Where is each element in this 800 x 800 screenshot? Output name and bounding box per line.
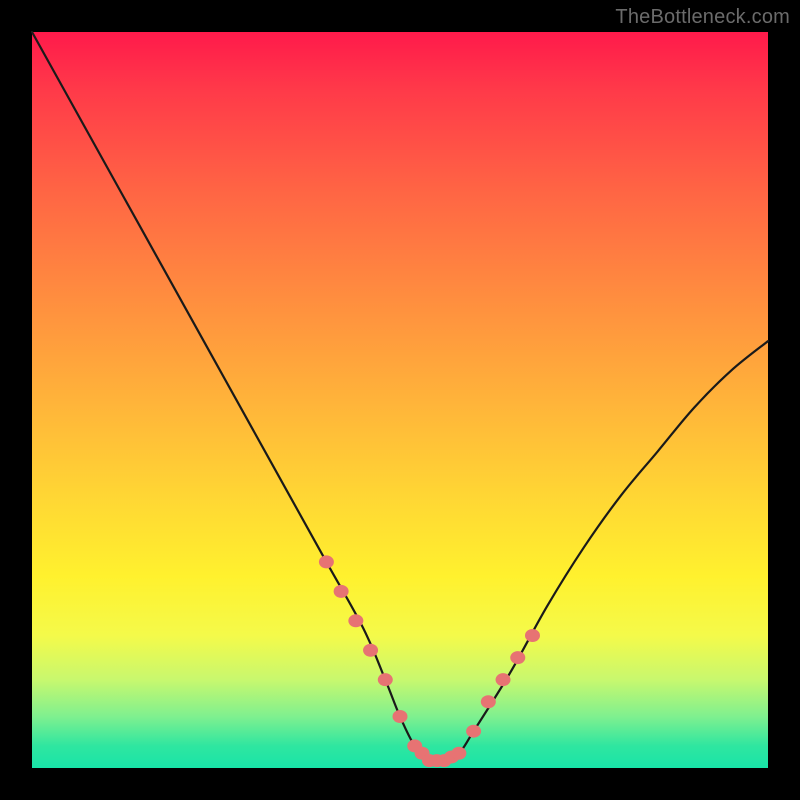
curve-marker [451,747,466,760]
curve-marker [466,725,481,738]
curve-marker [496,673,511,686]
curve-marker [334,585,349,598]
curve-marker [363,644,378,657]
watermark-text: TheBottleneck.com [615,6,790,29]
curve-marker [510,651,525,664]
curve-marker [525,629,540,642]
curve-marker [393,710,408,723]
plot-area [32,32,768,768]
curve-marker [319,555,334,568]
curve-marker [481,695,496,708]
chart-svg [32,32,768,768]
curve-markers [319,555,540,767]
chart-frame: TheBottleneck.com [0,0,800,800]
bottleneck-curve [32,32,768,762]
curve-marker [378,673,393,686]
curve-marker [348,614,363,627]
